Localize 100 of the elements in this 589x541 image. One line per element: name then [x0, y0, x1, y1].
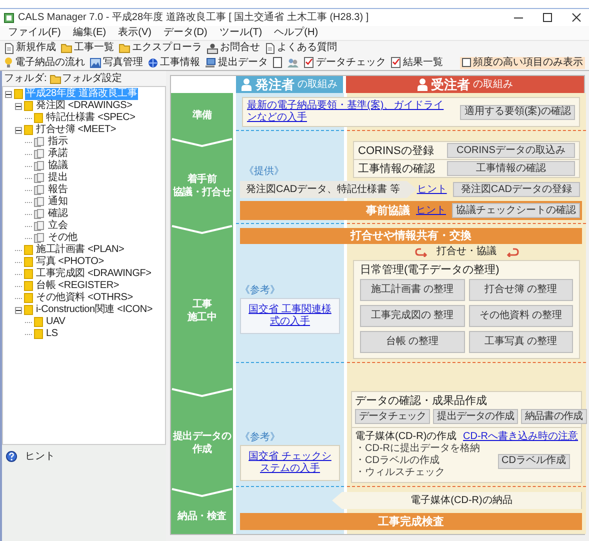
stage-title: 工事 [192, 298, 212, 311]
folder-settings-button[interactable]: フォルダ設定 [50, 72, 122, 84]
action-button[interactable]: 施工計画書 の整理 [360, 279, 464, 301]
folder-label: フォルダ: [4, 72, 47, 84]
menu-item[interactable]: 表示(V) [118, 27, 152, 39]
stage-title: 協議・打合せ [172, 186, 232, 199]
toolbar-button[interactable]: お問合せ [207, 42, 260, 54]
lightbulb-icon [4, 57, 13, 68]
tree-item[interactable]: 指示 [47, 136, 69, 148]
expander-icon[interactable] [15, 306, 22, 314]
action-button[interactable]: 提出データの作成 [433, 409, 518, 424]
photo-icon [90, 58, 101, 68]
action-button[interactable]: 工事完成図の 整理 [360, 305, 464, 327]
maximize-icon [543, 13, 552, 22]
action-button[interactable]: データチェック [355, 409, 430, 424]
menu-item[interactable]: ヘルプ(H) [274, 27, 318, 39]
tree-item[interactable]: 立会 [47, 220, 69, 232]
reference-link[interactable]: 国交省 工事関連様式の入手 [245, 304, 335, 328]
tree-item[interactable]: その他資料 <OTHRS> [35, 292, 134, 304]
header-role: 発注者 [255, 78, 294, 90]
menu-item[interactable]: 編集(E) [72, 27, 106, 39]
hint-link[interactable]: ヒント [416, 204, 446, 216]
action-button[interactable]: 工事写真 の整理 [468, 331, 573, 353]
action-button[interactable]: 工事情報の確認 [447, 161, 575, 176]
toolbar-button[interactable]: データチェック [304, 56, 386, 68]
tree-item[interactable]: その他 [47, 232, 78, 244]
tree-item[interactable]: 特記仕様書 <SPEC> [45, 112, 136, 124]
check-label: CORINSの登録 [358, 144, 434, 156]
action-button[interactable]: CORINSデータの取込み [447, 143, 575, 158]
toolbar-button[interactable]: 工事一覧 [61, 42, 114, 54]
toolbar-button[interactable]: 工事情報 [148, 56, 200, 68]
person-icon [241, 78, 252, 91]
bullet-text: ・CDラベルの作成 [355, 455, 440, 467]
tree-item[interactable]: 協議 [47, 160, 69, 172]
close-icon [572, 13, 581, 22]
tree-item[interactable]: 承諾 [47, 148, 69, 160]
document-icon [34, 221, 45, 231]
document-icon [34, 233, 45, 243]
tree-item[interactable]: UAV [45, 316, 66, 328]
stage-title: 準備 [192, 108, 212, 122]
expander-icon[interactable] [15, 126, 22, 134]
globe-icon [148, 58, 158, 68]
action-button[interactable]: CDラベル作成 [498, 454, 570, 468]
action-button[interactable]: 納品書の作成 [521, 409, 587, 424]
toolbar-button[interactable]: 写真管理 [90, 56, 143, 68]
reference-link[interactable]: 国交省 チェックシステムの入手 [245, 451, 335, 475]
tree-item[interactable]: 台帳 <REGISTER> [35, 280, 120, 292]
curved-arrow-icon [414, 248, 426, 256]
menu-item[interactable]: データ(D) [163, 27, 208, 39]
stage-title: 納品・検査 [178, 510, 226, 522]
menu-item[interactable]: ファイル(F) [8, 27, 61, 39]
tree-item[interactable]: 提出 [47, 172, 69, 184]
expander-icon[interactable] [5, 90, 12, 98]
inspection-bar: 工事完成検査 [240, 513, 582, 530]
tree-item[interactable]: i-Construction関連 <ICON> [35, 304, 154, 316]
header-suffix: の取組み [473, 78, 514, 90]
toolbar-button[interactable]: 結果一覧 [391, 56, 443, 68]
tree-item[interactable]: 報告 [47, 184, 69, 196]
toolbar-button[interactable] [273, 57, 282, 68]
tree-item[interactable]: 通知 [47, 196, 69, 208]
provided-label: 《提供》 [244, 166, 284, 177]
checkbox[interactable] [462, 58, 471, 67]
guideline-link[interactable]: 最新の電子納品要領・基準(案)、ガイドラインなどの入手 [247, 100, 452, 124]
caution-link[interactable]: CD-Rへ書き込み時の注意 [463, 431, 578, 443]
bullet-text: ・ウィルスチェック [355, 467, 446, 479]
stage-title: 提出データの [172, 430, 232, 442]
menu-item[interactable]: ツール(T) [219, 27, 262, 39]
panel-title: 日常管理(電子データの整理) [360, 264, 500, 276]
toolbar-button[interactable]: よくある質問 [265, 42, 337, 54]
toolbar-button[interactable]: 提出データ [205, 56, 268, 68]
tree-item[interactable]: 発注図 <DRAWINGS> [35, 100, 134, 112]
tree-item[interactable]: 確認 [47, 208, 69, 220]
reference-label: 《参考》 [240, 432, 281, 444]
folder-icon [50, 74, 61, 84]
window-title: CALS Manager 7.0 - 平成28年度 道路改良工事 [ 国土交通省 土木工事 (H28.3) ] [18, 12, 369, 24]
tree-item[interactable]: 工事完成図 <DRAWINGF> [35, 268, 152, 280]
toolbar-button[interactable]: 電子納品の流れ [4, 56, 85, 68]
document-icon [34, 209, 45, 219]
document-icon [34, 161, 45, 171]
action-button[interactable]: 適用する要領(案)の確認 [460, 104, 575, 120]
hint-link[interactable]: ヒント [416, 184, 447, 196]
header-suffix: の取組み [297, 78, 338, 90]
tree-item[interactable]: LS [45, 328, 59, 340]
tree-item[interactable]: 写真 <PHOTO> [35, 256, 105, 268]
expander-icon[interactable] [15, 102, 22, 110]
action-button[interactable]: その他資料 の整理 [468, 305, 573, 327]
toolbar-button[interactable]: 新規作成 [4, 42, 56, 54]
toolbar-button[interactable]: エクスプローラ [119, 42, 202, 54]
action-button[interactable]: 打合せ簿 の整理 [468, 279, 573, 301]
open-folder-icon [61, 43, 72, 53]
minus-icon [6, 92, 11, 96]
action-button[interactable]: 台帳 の整理 [360, 331, 464, 353]
people-icon [287, 58, 299, 68]
panel-title: 電子媒体(CD-R)の作成 [355, 431, 457, 442]
hint-label[interactable]: ヒント [25, 451, 55, 463]
tree-item[interactable]: 施工計画書 <PLAN> [35, 244, 126, 256]
action-button[interactable]: 協議チェックシートの確認 [452, 203, 580, 218]
tree-item[interactable]: 打合せ簿 <MEET> [35, 124, 118, 136]
minus-icon [16, 128, 21, 132]
action-button[interactable]: 発注図CADデータの登録 [452, 182, 580, 197]
